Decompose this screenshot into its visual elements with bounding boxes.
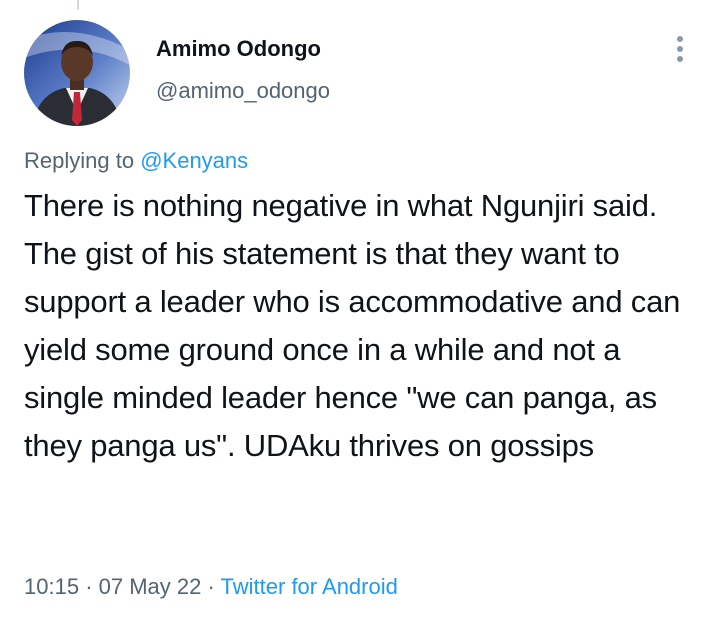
avatar[interactable] <box>24 20 130 126</box>
meta-separator: · <box>85 574 93 599</box>
tweet-metadata: 10:15 · 07 May 22 · Twitter for Android <box>24 574 398 600</box>
more-vertical-icon <box>677 36 683 62</box>
tweet-time[interactable]: 10:15 <box>24 574 79 599</box>
tweet-text: There is nothing negative in what Ngunji… <box>24 188 681 463</box>
replying-to-label: Replying to <box>24 148 135 173</box>
mention-link[interactable]: @Kenyans <box>140 148 248 173</box>
replying-to: Replying to @Kenyans <box>24 148 248 174</box>
tweet-date[interactable]: 07 May 22 <box>99 574 202 599</box>
thread-connector-line <box>77 0 79 10</box>
tweet-source-link[interactable]: Twitter for Android <box>221 574 398 599</box>
more-options-button[interactable] <box>664 30 696 68</box>
author-handle[interactable]: @amimo_odongo <box>156 78 330 104</box>
author-name[interactable]: Amimo Odongo <box>156 36 321 62</box>
meta-separator: · <box>207 574 215 599</box>
avatar-image <box>24 20 130 126</box>
